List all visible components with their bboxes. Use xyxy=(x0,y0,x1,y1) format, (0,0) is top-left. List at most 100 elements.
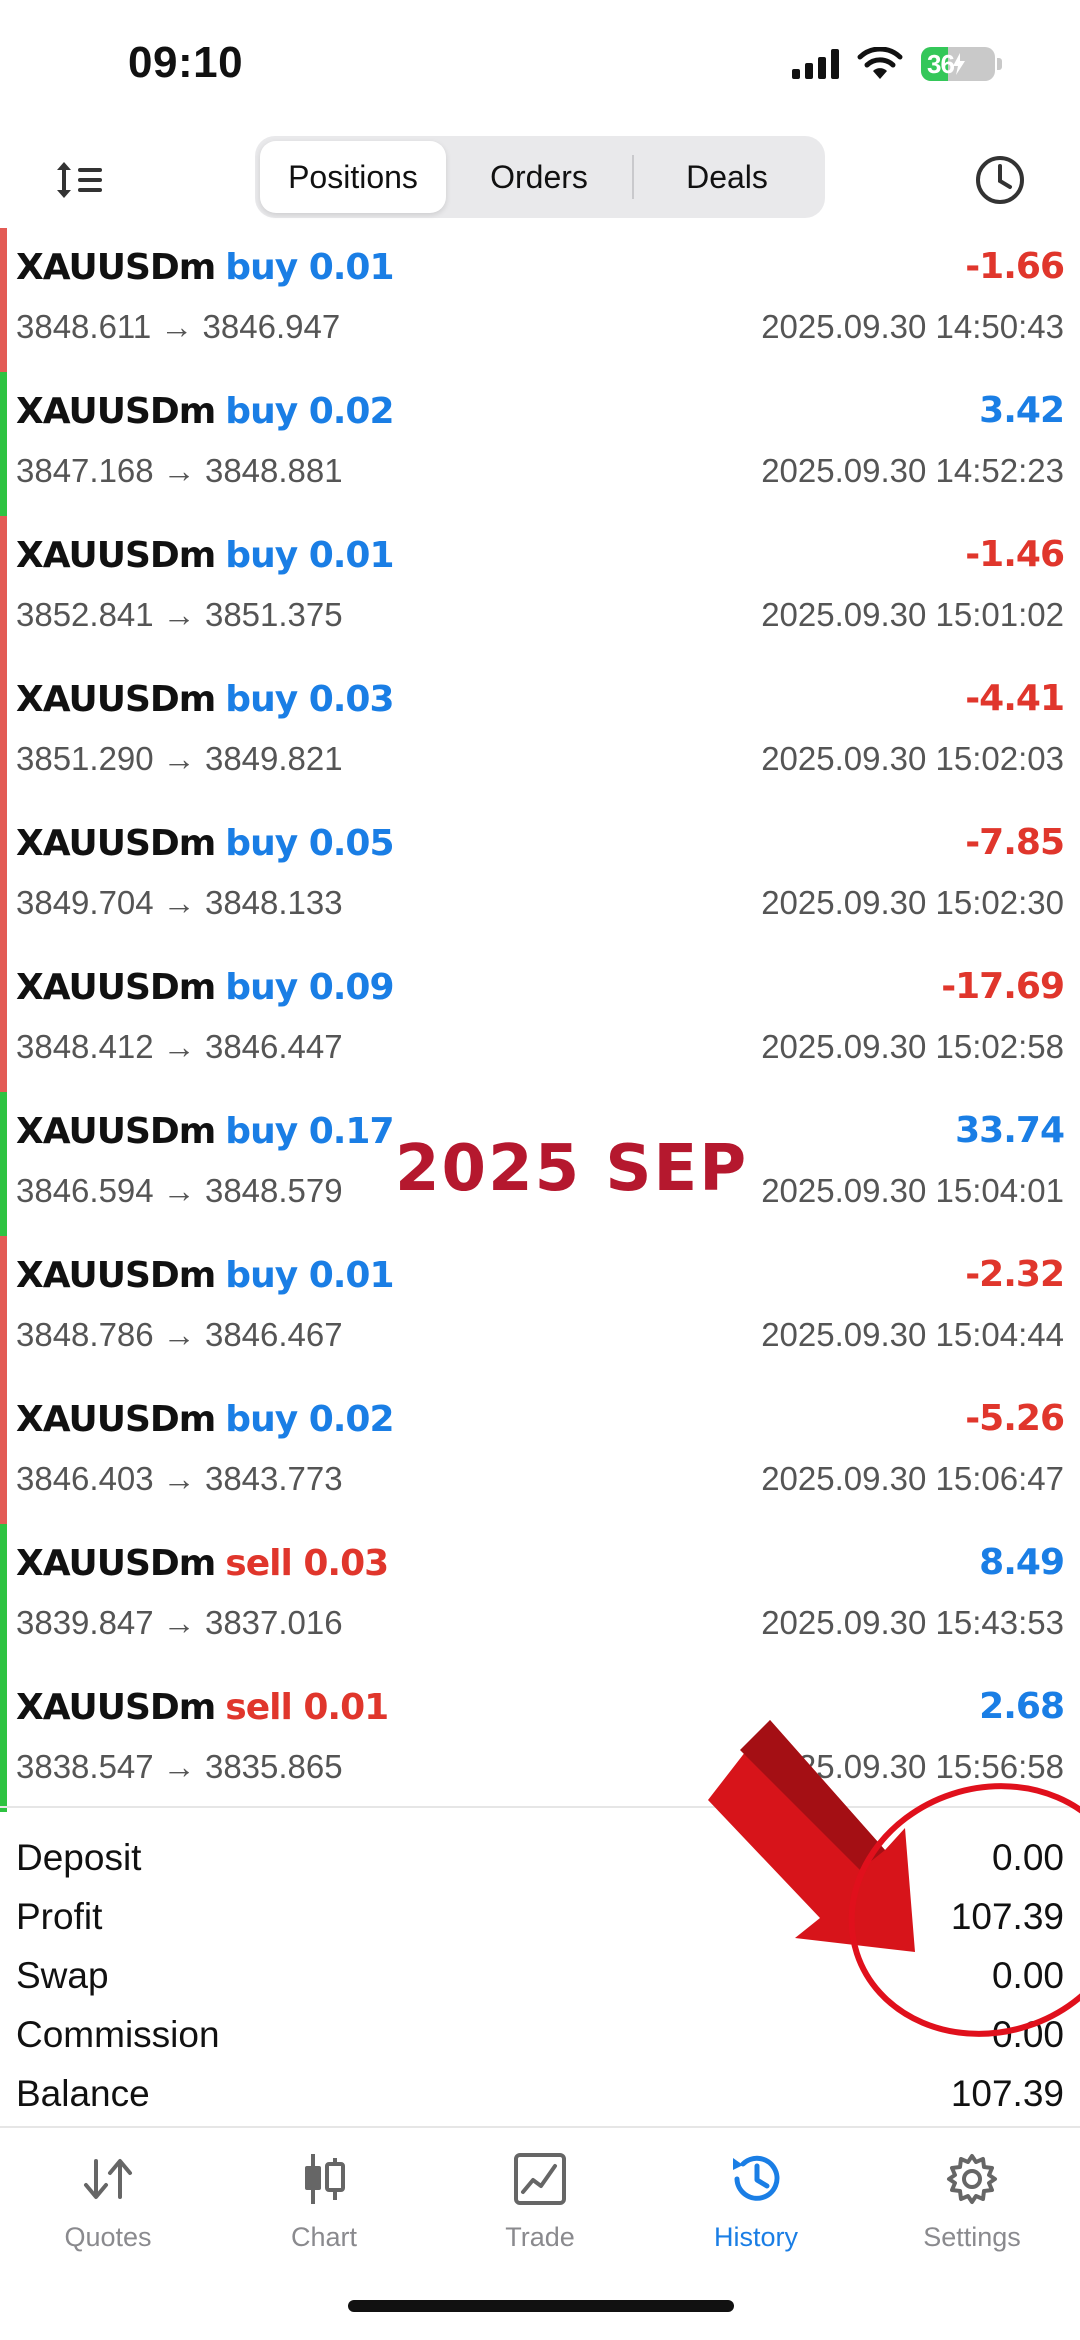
deal-title: XAUUSDm sell 0.03 xyxy=(16,1542,389,1585)
deal-status-bar xyxy=(0,1524,7,1668)
deal-prices: 3848.786 → 3846.467 xyxy=(16,1316,343,1353)
deal-symbol: XAUUSDm xyxy=(16,1111,216,1152)
tab-chart-label: Chart xyxy=(290,2222,358,2252)
tab-settings[interactable]: Settings xyxy=(864,2148,1080,2268)
deal-prices: 3848.611 → 3846.947 xyxy=(16,308,341,345)
deal-prices: 3847.168 → 3848.881 xyxy=(16,452,343,489)
deal-side-volume: sell 0.01 xyxy=(225,1687,389,1728)
deal-symbol: XAUUSDm xyxy=(16,967,216,1008)
deal-profit: -4.41 xyxy=(965,678,1065,719)
deal-row[interactable]: XAUUSDm sell 0.03 8.49 3839.847 → 3837.016 2… xyxy=(0,1524,1080,1668)
tab-positions[interactable]: Positions xyxy=(260,141,446,213)
swap-value: 0.00 xyxy=(991,1954,1064,1996)
deal-prices: 3846.403 → 3843.773 xyxy=(16,1460,343,1497)
deal-symbol: XAUUSDm xyxy=(16,679,216,720)
commission-value: 0.00 xyxy=(991,2013,1064,2055)
deal-status-bar xyxy=(0,1092,7,1236)
battery-charging-icon: 36 xyxy=(921,47,995,81)
deal-time: 2025.09.30 14:52:23 xyxy=(761,452,1064,489)
deal-row[interactable]: XAUUSDm sell 0.01 2.68 3838.547 → 3835.865 2… xyxy=(0,1668,1080,1812)
deal-side-volume: buy 0.02 xyxy=(225,1399,394,1440)
summary-balance: Balance 107.39 xyxy=(0,2064,1080,2123)
tab-quotes[interactable]: Quotes xyxy=(0,2148,216,2268)
deal-title: XAUUSDm buy 0.17 xyxy=(16,1110,395,1153)
deal-profit: -2.32 xyxy=(965,1254,1065,1295)
summary-panel: Deposit 0.00 Profit 107.39 Swap 0.00 Com… xyxy=(0,1806,1080,2123)
deal-side-volume: buy 0.02 xyxy=(225,391,394,432)
deal-status-bar xyxy=(0,948,7,1092)
deal-side-volume: sell 0.03 xyxy=(225,1543,389,1584)
deal-title: XAUUSDm buy 0.05 xyxy=(16,822,395,865)
tab-trade[interactable]: Trade xyxy=(432,2148,648,2268)
deposit-label: Deposit xyxy=(16,1836,142,1878)
profit-value: 107.39 xyxy=(950,1895,1064,1937)
tab-trade-label: Trade xyxy=(505,2222,575,2252)
deal-prices: 3846.594 → 3848.579 xyxy=(16,1172,343,1209)
tab-chart[interactable]: Chart xyxy=(216,2148,432,2268)
deal-time: 2025.09.30 15:04:44 xyxy=(761,1316,1064,1353)
deal-time: 2025.09.30 15:02:58 xyxy=(761,1028,1064,1065)
candlestick-chart-icon xyxy=(289,2148,359,2210)
history-clock-icon xyxy=(721,2148,791,2210)
deal-row[interactable]: XAUUSDm buy 0.03 -4.41 3851.290 → 3849.821 2… xyxy=(0,660,1080,804)
deal-row[interactable]: XAUUSDm buy 0.01 -1.46 3852.841 → 3851.375 2… xyxy=(0,516,1080,660)
deal-title: XAUUSDm buy 0.01 xyxy=(16,246,395,289)
wifi-icon xyxy=(857,47,903,79)
balance-value: 107.39 xyxy=(950,2072,1064,2114)
deal-time: 2025.09.30 15:06:47 xyxy=(761,1460,1064,1497)
deal-profit: -1.46 xyxy=(965,534,1065,575)
battery-level: 36 xyxy=(927,48,955,79)
deal-row[interactable]: XAUUSDm buy 0.02 3.42 3847.168 → 3848.881 20… xyxy=(0,372,1080,516)
deal-side-volume: buy 0.01 xyxy=(225,535,394,576)
sort-list-icon[interactable] xyxy=(40,142,120,218)
deal-status-bar xyxy=(0,1380,7,1524)
deal-profit: -7.85 xyxy=(965,822,1065,863)
deal-row[interactable]: XAUUSDm buy 0.02 -5.26 3846.403 → 3843.773 2… xyxy=(0,1380,1080,1524)
gear-icon xyxy=(937,2148,1007,2210)
tab-history[interactable]: History xyxy=(648,2148,864,2268)
deal-status-bar xyxy=(0,1236,7,1380)
deal-time: 2025.09.30 15:04:01 xyxy=(761,1172,1064,1209)
summary-swap: Swap 0.00 xyxy=(0,1946,1080,2005)
clock-icon[interactable] xyxy=(960,142,1040,218)
deal-time: 2025.09.30 15:02:03 xyxy=(761,740,1064,777)
tab-deals[interactable]: Deals xyxy=(634,141,820,213)
tab-settings-label: Settings xyxy=(923,2222,1021,2252)
status-bar: 09:10 36 xyxy=(0,0,1080,130)
deal-time: 2025.09.30 15:01:02 xyxy=(761,596,1064,633)
deal-side-volume: buy 0.03 xyxy=(225,679,394,720)
trade-chart-icon xyxy=(505,2148,575,2210)
deals-list: XAUUSDm buy 0.01 -1.66 3848.611 → 3846.947 2… xyxy=(0,228,1080,1812)
toolbar: Positions Orders Deals xyxy=(0,130,1080,230)
deal-side-volume: buy 0.05 xyxy=(225,823,394,864)
summary-commission: Commission 0.00 xyxy=(0,2005,1080,2064)
swap-label: Swap xyxy=(16,1954,109,1996)
deal-symbol: XAUUSDm xyxy=(16,247,216,288)
deposit-value: 0.00 xyxy=(991,1836,1064,1878)
deal-prices: 3838.547 → 3835.865 xyxy=(16,1748,343,1785)
tab-orders[interactable]: Orders xyxy=(446,141,632,213)
summary-deposit: Deposit 0.00 xyxy=(0,1828,1080,1887)
deal-profit: 3.42 xyxy=(979,390,1065,431)
deal-row[interactable]: XAUUSDm buy 0.01 -2.32 3848.786 → 3846.467 2… xyxy=(0,1236,1080,1380)
deal-row[interactable]: XAUUSDm buy 0.09 -17.69 3848.412 → 3846.447… xyxy=(0,948,1080,1092)
deal-status-bar xyxy=(0,372,7,516)
deal-side-volume: buy 0.09 xyxy=(225,967,394,1008)
cellular-signal-icon xyxy=(792,49,839,79)
home-indicator xyxy=(348,2300,734,2312)
deal-profit: -5.26 xyxy=(965,1398,1065,1439)
deal-status-bar xyxy=(0,516,7,660)
deal-time: 2025.09.30 14:50:43 xyxy=(761,308,1064,345)
deal-title: XAUUSDm buy 0.02 xyxy=(16,390,395,433)
deal-status-bar xyxy=(0,228,7,372)
tab-quotes-label: Quotes xyxy=(64,2222,152,2252)
deal-row[interactable]: XAUUSDm buy 0.01 -1.66 3848.611 → 3846.947 2… xyxy=(0,228,1080,372)
deal-title: XAUUSDm buy 0.03 xyxy=(16,678,395,721)
deal-prices: 3851.290 → 3849.821 xyxy=(16,740,343,777)
quotes-arrows-icon xyxy=(73,2148,143,2210)
deal-profit: 33.74 xyxy=(955,1110,1065,1151)
deal-symbol: XAUUSDm xyxy=(16,1687,216,1728)
deal-symbol: XAUUSDm xyxy=(16,1543,216,1584)
deal-row[interactable]: XAUUSDm buy 0.05 -7.85 3849.704 → 3848.133 2… xyxy=(0,804,1080,948)
deal-prices: 3848.412 → 3846.447 xyxy=(16,1028,343,1065)
